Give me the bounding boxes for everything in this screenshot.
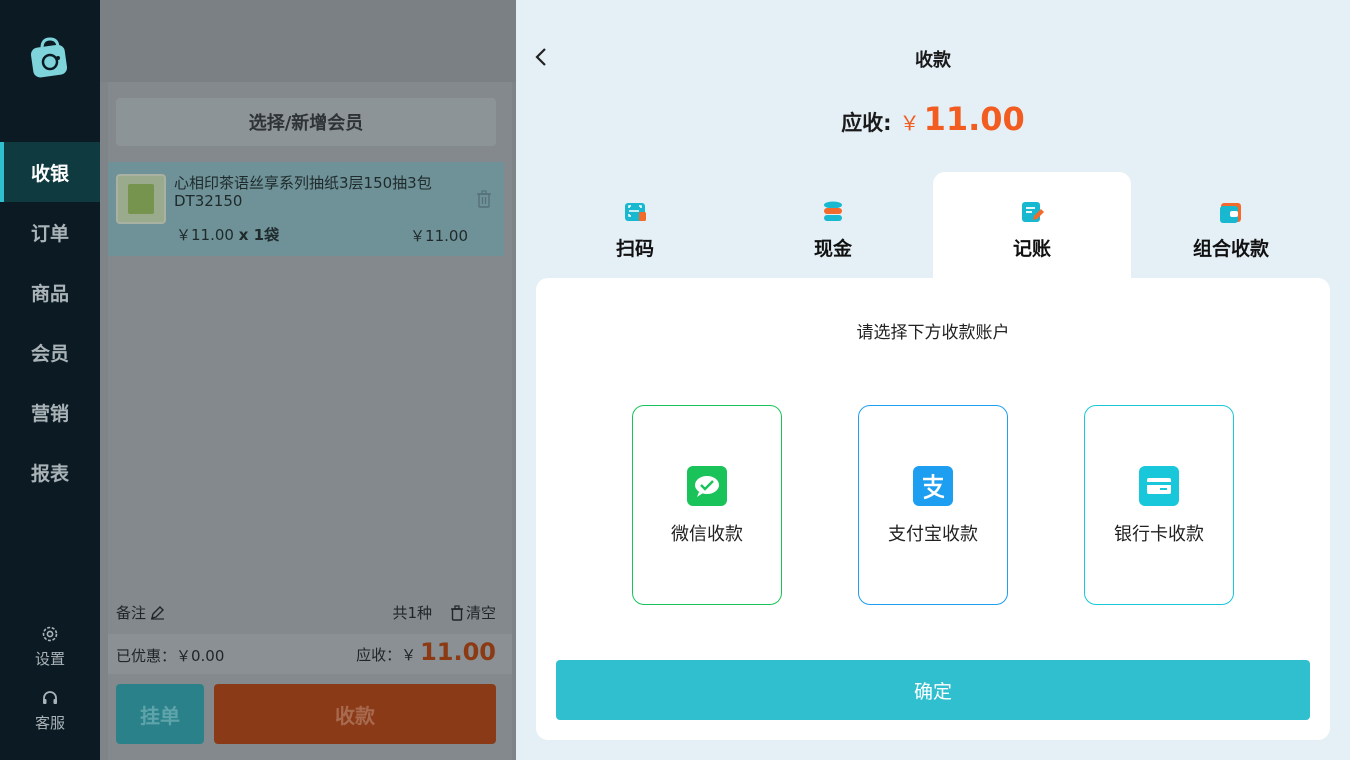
shopping-bag-icon [30,37,68,78]
currency-symbol: ￥ [899,111,920,135]
amount-due-label: 应收: [841,111,892,135]
headset-icon [43,691,57,704]
sidebar-item-products[interactable]: 商品 [0,262,100,322]
wechat-pay-option[interactable]: 微信收款 [632,405,782,605]
sidebar-item-label: 会员 [30,342,69,365]
cart-footer: 备注 共1种 清空 [116,602,496,626]
tab-label: 组合收款 [1192,238,1269,260]
payment-method-tabs: 扫码 现金 记账 组合收款 [536,172,1330,278]
wallet-icon [1220,203,1241,223]
ledger-icon [1022,202,1044,222]
confirm-button[interactable]: 确定 [556,660,1310,720]
tab-combined[interactable]: 组合收款 [1132,172,1330,278]
note-label: 备注 [116,604,147,622]
tab-scan[interactable]: 扫码 [536,172,734,278]
sidebar: 收银 订单 商品 会员 营销 报表 设置 客服 [0,0,100,760]
alipay-icon [913,466,953,506]
tab-label: 扫码 [615,238,654,260]
sidebar-item-label: 商品 [30,282,69,305]
confirm-label: 确定 [913,680,952,703]
tab-label: 现金 [813,238,852,260]
tab-label: 记账 [1012,238,1051,260]
amount-due-value: 11.00 [923,100,1025,138]
payment-modal: 收款 应收: ￥ 11.00 扫码 现金 记账 组合收款 请选择下方收款账户 微… [516,0,1350,760]
gear-icon [42,626,58,642]
sidebar-item-label: 报表 [30,462,69,485]
product-thumbnail [116,174,166,224]
line-total: ￥11.00 [410,227,468,245]
bank-card-icon [1139,466,1179,506]
scan-icon [625,203,646,221]
bank-card-option[interactable]: 银行卡收款 [1084,405,1234,605]
due-label: 应收：￥ [356,646,417,664]
product-name: 心相印茶语丝享系列抽纸3层150抽3包DT32150 [174,174,432,210]
account-hint: 请选择下方收款账户 [856,323,1010,343]
select-member-label: 选择/新增会员 [248,113,364,134]
unit-price: ￥11.00 [176,226,234,244]
amount-due: 应收: ￥ 11.00 [516,100,1350,138]
tab-cash[interactable]: 现金 [734,172,932,278]
sidebar-item-marketing[interactable]: 营销 [0,382,100,442]
sidebar-item-label: 订单 [30,222,69,245]
cart-due: 应收：￥ 11.00 [356,638,496,666]
sidebar-item-members[interactable]: 会员 [0,322,100,382]
sidebar-item-label: 营销 [30,402,69,425]
clear-label: 清空 [465,604,496,622]
note-button[interactable]: 备注 [116,602,165,623]
hold-order-label: 挂单 [140,703,180,728]
wechat-pay-icon [687,466,727,506]
account-label: 微信收款 [671,524,743,545]
settings-button[interactable]: 设置 [0,624,100,669]
cart-item-row[interactable]: 心相印茶语丝享系列抽纸3层150抽3包DT32150 ￥11.00 x 1袋 ￥… [108,162,504,256]
quantity: x 1袋 [238,226,280,244]
support-button[interactable]: 客服 [0,688,100,733]
account-label: 银行卡收款 [1114,524,1204,545]
item-count: 共1种 [392,604,432,622]
ledger-panel: 请选择下方收款账户 微信收款 支付宝收款 银行卡收款 确定 [536,278,1330,740]
modal-title: 收款 [915,50,951,71]
collect-payment-label: 收款 [335,703,375,728]
sidebar-item-reports[interactable]: 报表 [0,442,100,502]
sidebar-item-orders[interactable]: 订单 [0,202,100,262]
discount-text: 已优惠：￥0.00 [116,647,225,665]
tab-ledger[interactable]: 记账 [933,172,1131,278]
settings-label: 设置 [34,650,65,668]
sidebar-item-label: 收银 [30,162,69,185]
sidebar-item-checkout[interactable]: 收银 [0,142,100,202]
select-member-button[interactable]: 选择/新增会员 [116,98,496,146]
clear-cart-button[interactable]: 清空 [450,602,496,623]
support-label: 客服 [34,714,65,732]
due-amount: 11.00 [420,638,496,666]
account-label: 支付宝收款 [888,524,978,545]
pencil-icon [151,606,165,620]
hold-order-button[interactable]: 挂单 [116,684,204,744]
collect-payment-button[interactable]: 收款 [214,684,496,744]
cart-summary: 已优惠：￥0.00 应收：￥ 11.00 [108,634,512,674]
alipay-option[interactable]: 支付宝收款 [858,405,1008,605]
cart-header [100,0,516,82]
trash-icon[interactable] [476,190,492,208]
trash-icon [450,604,463,621]
coins-icon [824,201,842,221]
product-price-qty: ￥11.00 x 1袋 [176,224,279,245]
